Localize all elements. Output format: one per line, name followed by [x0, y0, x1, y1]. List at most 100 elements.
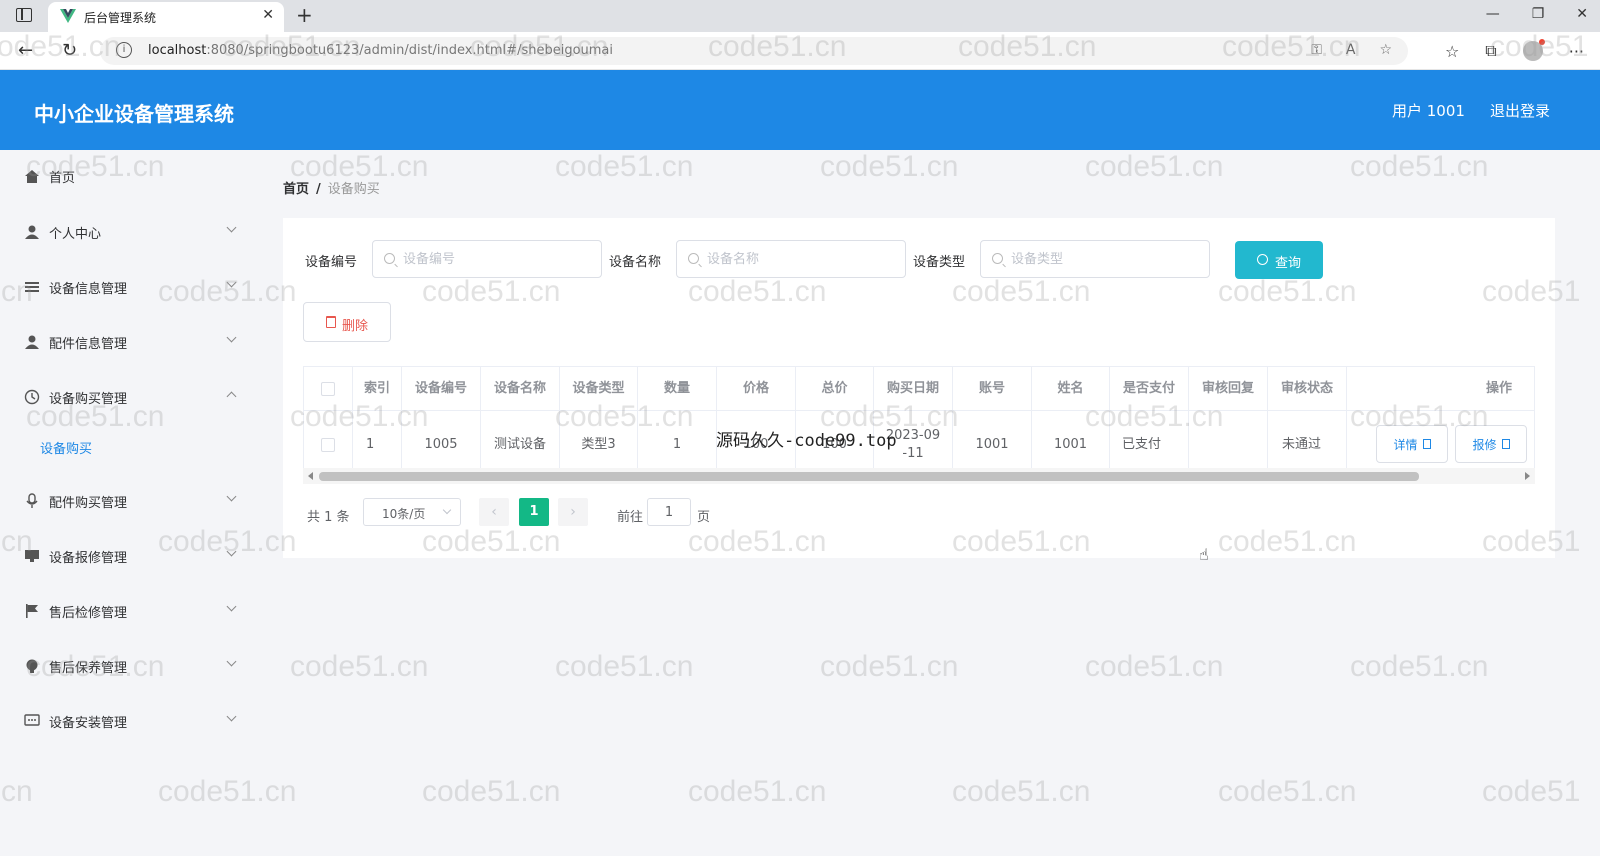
- watermark: code51.cn: [952, 775, 1091, 808]
- page-size-select[interactable]: 10条/页: [363, 498, 461, 526]
- table-header: 设备名称: [481, 367, 560, 411]
- chevron-down-icon: [226, 277, 237, 288]
- watermark: code51.cn: [1085, 650, 1224, 683]
- sidebar-item-parts-purchase[interactable]: 配件购买管理: [0, 481, 255, 521]
- row-checkbox[interactable]: [321, 438, 335, 452]
- browser-tabbar: 后台管理系统 ✕ + — ❐ ✕: [0, 0, 1600, 32]
- collections-icon[interactable]: ⧉: [1485, 41, 1496, 61]
- sidebar-item-aftersale-inspection[interactable]: 售后检修管理: [0, 591, 255, 631]
- detail-button[interactable]: 详情: [1376, 425, 1448, 463]
- device-code-input[interactable]: [372, 240, 602, 278]
- bulb-icon: [26, 659, 38, 673]
- chevron-down-icon: [226, 546, 237, 557]
- repair-button[interactable]: 报修: [1455, 425, 1527, 463]
- search-icon: [688, 253, 699, 264]
- sidebar: 首页 个人中心 设备信息管理 配件信息管理 设备购买管理 设备购买 配件购买管理…: [0, 150, 255, 856]
- breadcrumb-current: 设备购买: [327, 182, 380, 197]
- search-icon: [992, 253, 1003, 264]
- search-icon: [1257, 254, 1268, 265]
- url-text: localhost:8080/springbootu6123/admin/dis…: [148, 43, 614, 58]
- user-icon: [25, 335, 39, 349]
- device-name-field[interactable]: [707, 249, 897, 269]
- sidebar-item-device-repair[interactable]: 设备报修管理: [0, 536, 255, 576]
- key-icon[interactable]: ⚿: [1311, 42, 1322, 58]
- sidebar-item-aftersale-maintenance[interactable]: 售后保养管理: [0, 646, 255, 686]
- logout-button[interactable]: 退出登录: [1490, 100, 1550, 121]
- table-header: 总价: [796, 367, 874, 411]
- header-username: 用户 1001: [1392, 102, 1465, 120]
- scroll-thumb[interactable]: [319, 472, 1419, 481]
- table-horizontal-scrollbar[interactable]: [303, 468, 1535, 484]
- goto-page-input[interactable]: [647, 498, 691, 526]
- sidebar-item-device-purchase[interactable]: 设备购买管理: [0, 377, 255, 417]
- new-tab-icon[interactable]: +: [296, 3, 313, 27]
- tab-close-icon[interactable]: ✕: [262, 7, 274, 23]
- app-header: 中小企业设备管理系统 用户 1001 退出登录: [0, 70, 1600, 150]
- chevron-down-icon: [226, 491, 237, 502]
- favorite-add-icon[interactable]: ☆: [1379, 42, 1392, 58]
- refresh-icon[interactable]: ↻: [62, 40, 77, 61]
- select-all-checkbox[interactable]: [321, 381, 335, 396]
- url-field[interactable]: i localhost:8080/springbootu6123/admin/d…: [100, 37, 1408, 65]
- sidebar-item-parts-info[interactable]: 配件信息管理: [0, 322, 255, 362]
- info-icon[interactable]: i: [116, 42, 132, 58]
- document-icon: [1501, 439, 1510, 449]
- breadcrumb-separator: /: [316, 182, 321, 197]
- sidebar-item-home[interactable]: 首页: [0, 156, 255, 196]
- table-header: 数量: [638, 367, 717, 411]
- prev-page-button[interactable]: ‹: [479, 498, 509, 526]
- browser-tab[interactable]: 后台管理系统 ✕: [48, 2, 284, 32]
- table-header: 索引: [353, 367, 402, 411]
- sidebar-toggle-icon[interactable]: [16, 8, 32, 22]
- device-name-input[interactable]: [676, 240, 906, 278]
- watermark: code51.cn: [555, 150, 694, 183]
- delete-button[interactable]: 删除: [303, 302, 391, 342]
- sidebar-item-profile[interactable]: 个人中心: [0, 212, 255, 252]
- chevron-down-icon: [226, 222, 237, 233]
- browser-addressbar: ← ↻ i localhost:8080/springbootu6123/adm…: [0, 32, 1600, 70]
- next-page-button[interactable]: ›: [558, 498, 588, 526]
- sidebar-item-device-info[interactable]: 设备信息管理: [0, 267, 255, 307]
- breadcrumb-home[interactable]: 首页: [283, 182, 309, 197]
- watermark: code51.cn: [1350, 150, 1489, 183]
- watermark: code51.cn: [422, 775, 561, 808]
- read-aloud-icon[interactable]: A: [1346, 42, 1356, 58]
- scroll-right-icon[interactable]: [1525, 472, 1530, 480]
- purchase-table: 索引 设备编号 设备名称 设备类型 数量 价格 总价 购买日期 账号 姓名 是否…: [303, 366, 1535, 478]
- overlay-banner-text: 源码久久-code99.top: [716, 431, 897, 451]
- table-header: 购买日期: [874, 367, 953, 411]
- chevron-down-icon: [226, 601, 237, 612]
- back-icon[interactable]: ←: [18, 40, 33, 61]
- profile-avatar-icon[interactable]: [1522, 39, 1545, 61]
- pagination-total: 共 1 条: [307, 510, 350, 525]
- sidebar-item-device-install[interactable]: 设备安装管理: [0, 701, 255, 741]
- more-menu-icon[interactable]: ···: [1569, 42, 1584, 61]
- watermark: code51.cn: [1218, 775, 1357, 808]
- device-type-field[interactable]: [1011, 249, 1201, 269]
- submenu-item-device-purchase[interactable]: 设备购买: [40, 438, 92, 457]
- table-header: 设备类型: [560, 367, 638, 411]
- chevron-down-icon: [226, 332, 237, 343]
- device-type-input[interactable]: [980, 240, 1210, 278]
- table-header: 操作: [1347, 367, 1534, 411]
- table-header-select: [304, 367, 353, 411]
- app-title: 中小企业设备管理系统: [34, 102, 234, 126]
- scroll-left-icon[interactable]: [308, 472, 313, 480]
- device-code-label: 设备编号: [305, 255, 358, 270]
- browser-actions: ☆ ⧉ ···: [1445, 39, 1584, 61]
- minimize-icon[interactable]: —: [1486, 6, 1500, 22]
- clock-icon: [24, 389, 40, 405]
- window-close-icon[interactable]: ✕: [1576, 6, 1588, 22]
- device-code-field[interactable]: [403, 249, 593, 269]
- watermark: code51.cn: [555, 650, 694, 683]
- table-header: 价格: [717, 367, 796, 411]
- favorites-icon[interactable]: ☆: [1445, 42, 1459, 61]
- table-header: 账号: [953, 367, 1032, 411]
- chevron-down-icon: [442, 505, 452, 515]
- trash-icon: [326, 316, 336, 328]
- query-button[interactable]: 查询: [1235, 241, 1323, 279]
- restore-icon[interactable]: ❐: [1532, 6, 1545, 22]
- window-controls: — ❐ ✕: [1486, 6, 1588, 22]
- page-number-button[interactable]: 1: [519, 498, 549, 526]
- table-header: 审核回复: [1189, 367, 1268, 411]
